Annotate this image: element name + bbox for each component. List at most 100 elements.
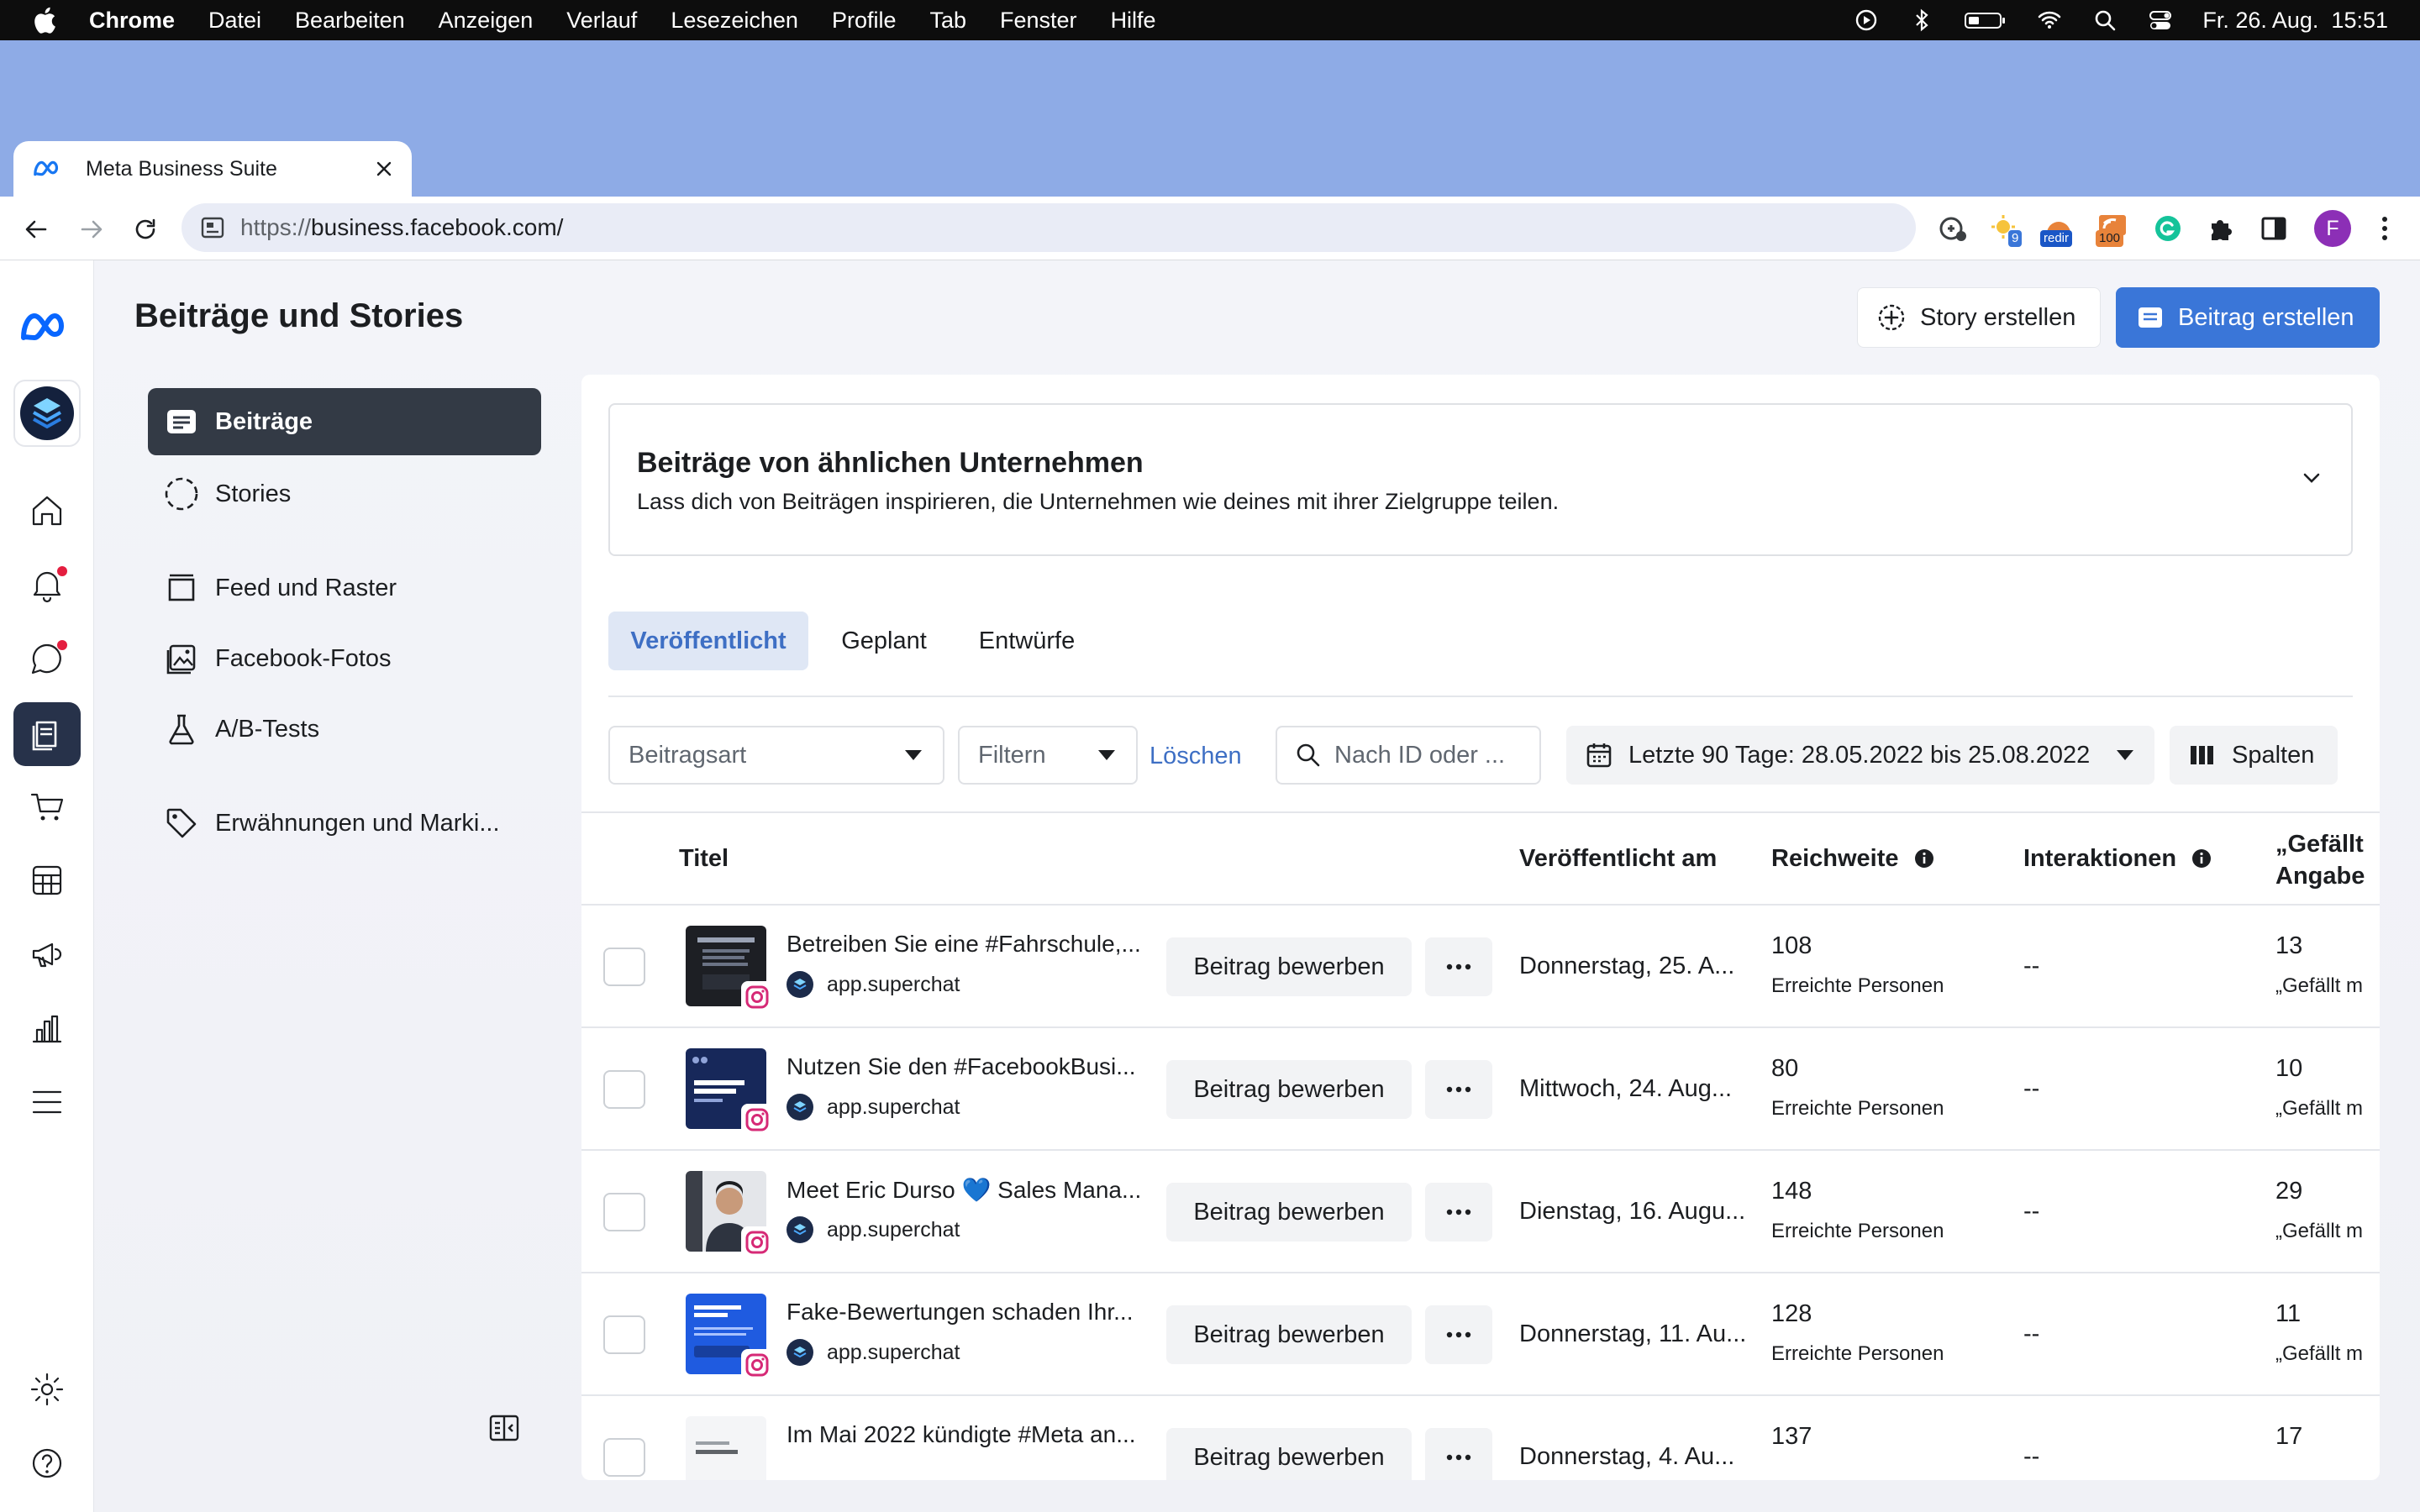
menu-app-name[interactable]: Chrome (89, 8, 175, 34)
boost-post-button[interactable]: Beitrag bewerben (1166, 1060, 1412, 1119)
info-icon[interactable] (2191, 848, 2212, 869)
post-title[interactable]: Betreiben Sie eine #Fahrschule,... (786, 931, 1141, 958)
expand-chevron-down-icon[interactable] (2297, 464, 2326, 492)
menu-verlauf[interactable]: Verlauf (566, 8, 637, 34)
insights-bar-chart-icon[interactable] (27, 1008, 67, 1048)
planner-table-icon[interactable] (27, 860, 67, 900)
meta-logo-icon[interactable] (17, 297, 77, 358)
spotlight-search-icon[interactable] (2091, 7, 2118, 34)
posts-nav-active[interactable] (13, 702, 81, 766)
menu-profile[interactable]: Profile (832, 8, 897, 34)
menu-datei[interactable]: Datei (208, 8, 261, 34)
wifi-icon[interactable] (2036, 7, 2063, 34)
menubar-clock[interactable]: Fr. 26. Aug. 15:51 (2202, 8, 2388, 34)
row-checkbox[interactable] (603, 1438, 645, 1477)
post-date: Donnerstag, 11. Au... (1519, 1320, 1747, 1347)
date-range-picker[interactable]: Letzte 90 Tage: 28.05.2022 bis 25.08.202… (1566, 726, 2154, 785)
apple-logo-icon[interactable] (30, 5, 57, 35)
tab-divider (608, 696, 2353, 697)
post-title[interactable]: Im Mai 2022 kündigte #Meta an... (786, 1421, 1136, 1448)
help-question-icon[interactable] (27, 1443, 67, 1483)
search-input[interactable]: Nach ID oder ... (1276, 726, 1541, 785)
collapse-sidebar-icon[interactable] (487, 1411, 521, 1445)
nav-item-feed-grid[interactable]: Feed und Raster (148, 554, 541, 622)
inspiration-panel[interactable]: Beiträge von ähnlichen Unternehmen Lass … (608, 403, 2353, 556)
table-row[interactable]: Betreiben Sie eine #Fahrschule,... app.s… (581, 906, 2380, 1028)
boost-post-button[interactable]: Beitrag bewerben (1166, 1428, 1412, 1480)
tab-drafts[interactable]: Entwürfe (960, 612, 1094, 670)
url-text[interactable]: https://business.facebook.com/ (240, 214, 563, 241)
table-row[interactable]: Fake-Bewertungen schaden Ihr... app.supe… (581, 1273, 2380, 1396)
more-options-button[interactable] (1425, 1305, 1492, 1364)
more-options-button[interactable] (1425, 937, 1492, 996)
col-header-published[interactable]: Veröffentlicht am (1519, 845, 1717, 873)
post-thumbnail[interactable] (686, 1416, 766, 1480)
more-options-button[interactable] (1425, 1428, 1492, 1480)
post-type-select[interactable]: Beitragsart (608, 726, 944, 785)
row-checkbox[interactable] (603, 948, 645, 986)
boost-post-button[interactable]: Beitrag bewerben (1166, 937, 1412, 996)
more-options-button[interactable] (1425, 1060, 1492, 1119)
nav-item-facebook-photos[interactable]: Facebook-Fotos (148, 625, 541, 692)
commerce-cart-icon[interactable] (27, 786, 67, 827)
menu-lesezeichen[interactable]: Lesezeichen (671, 8, 798, 34)
bluetooth-icon[interactable] (1908, 7, 1935, 34)
browser-tab-active[interactable]: Meta Business Suite (13, 141, 412, 197)
settings-gear-icon[interactable] (27, 1369, 67, 1410)
forward-arrow-icon[interactable] (77, 215, 106, 244)
menu-hilfe[interactable]: Hilfe (1111, 8, 1156, 34)
battery-icon[interactable] (1964, 7, 2007, 34)
address-bar[interactable]: https://business.facebook.com/ (182, 203, 1916, 252)
stories-ring-icon (163, 475, 200, 512)
control-center-icon[interactable] (2147, 7, 2174, 34)
close-tab-icon[interactable] (373, 158, 395, 180)
nav-item-posts[interactable]: Beiträge (148, 388, 541, 455)
reload-icon[interactable] (131, 215, 160, 244)
post-title[interactable]: Meet Eric Durso 💙 Sales Mana... (786, 1176, 1141, 1204)
nav-item-mentions-tags[interactable]: Erwähnungen und Marki... (148, 790, 541, 857)
columns-button[interactable]: Spalten (2170, 726, 2338, 785)
create-story-button[interactable]: Story erstellen (1857, 287, 2101, 348)
account-switcher[interactable] (13, 380, 81, 447)
home-icon[interactable] (27, 491, 67, 531)
row-checkbox[interactable] (603, 1070, 645, 1109)
post-title[interactable]: Fake-Bewertungen schaden Ihr... (786, 1299, 1133, 1326)
boost-post-button[interactable]: Beitrag bewerben (1166, 1183, 1412, 1242)
all-tools-menu-icon[interactable] (27, 1082, 67, 1122)
row-checkbox[interactable] (603, 1193, 645, 1231)
interactions-value: -- (2023, 1320, 2040, 1347)
boost-post-button[interactable]: Beitrag bewerben (1166, 1305, 1412, 1364)
tab-published[interactable]: Veröffentlicht (608, 612, 808, 670)
play-circle-icon[interactable] (1853, 7, 1880, 34)
filter-select[interactable]: Filtern (958, 726, 1138, 785)
back-arrow-icon[interactable] (22, 215, 50, 244)
create-post-button[interactable]: Beitrag erstellen (2116, 287, 2380, 348)
col-header-likes[interactable]: „Gefällt Angabe (2275, 828, 2365, 892)
info-icon[interactable] (1914, 848, 1934, 869)
col-header-interactions[interactable]: Interaktionen (2023, 845, 2212, 873)
menu-anzeigen[interactable]: Anzeigen (439, 8, 534, 34)
password-manager-extension-icon[interactable] (1936, 212, 1970, 245)
nav-item-ab-tests[interactable]: A/B-Tests (148, 696, 541, 763)
menu-fenster[interactable]: Fenster (1000, 8, 1077, 34)
menu-tab[interactable]: Tab (929, 8, 966, 34)
table-row[interactable]: Im Mai 2022 kündigte #Meta an... Beitrag… (581, 1396, 2380, 1480)
profile-avatar[interactable]: F (2314, 210, 2351, 247)
more-options-button[interactable] (1425, 1183, 1492, 1242)
extensions-puzzle-icon[interactable] (2205, 212, 2238, 245)
site-info-icon[interactable] (198, 213, 227, 242)
table-row[interactable]: Nutzen Sie den #FacebookBusi... app.supe… (581, 1028, 2380, 1151)
menu-bearbeiten[interactable]: Bearbeiten (295, 8, 405, 34)
clear-filters-link[interactable]: Löschen (1150, 743, 1242, 770)
grammarly-extension-icon[interactable] (2151, 212, 2185, 245)
row-checkbox[interactable] (603, 1315, 645, 1354)
ads-megaphone-icon[interactable] (27, 934, 67, 974)
side-panel-icon[interactable] (2257, 212, 2291, 245)
table-row[interactable]: Meet Eric Durso 💙 Sales Mana... app.supe… (581, 1151, 2380, 1273)
tab-scheduled[interactable]: Geplant (825, 612, 943, 670)
nav-item-stories[interactable]: Stories (148, 460, 541, 528)
post-title[interactable]: Nutzen Sie den #FacebookBusi... (786, 1053, 1136, 1080)
browser-menu-icon[interactable] (2368, 212, 2402, 245)
col-header-title[interactable]: Titel (679, 845, 729, 873)
col-header-reach[interactable]: Reichweite (1771, 845, 1934, 873)
